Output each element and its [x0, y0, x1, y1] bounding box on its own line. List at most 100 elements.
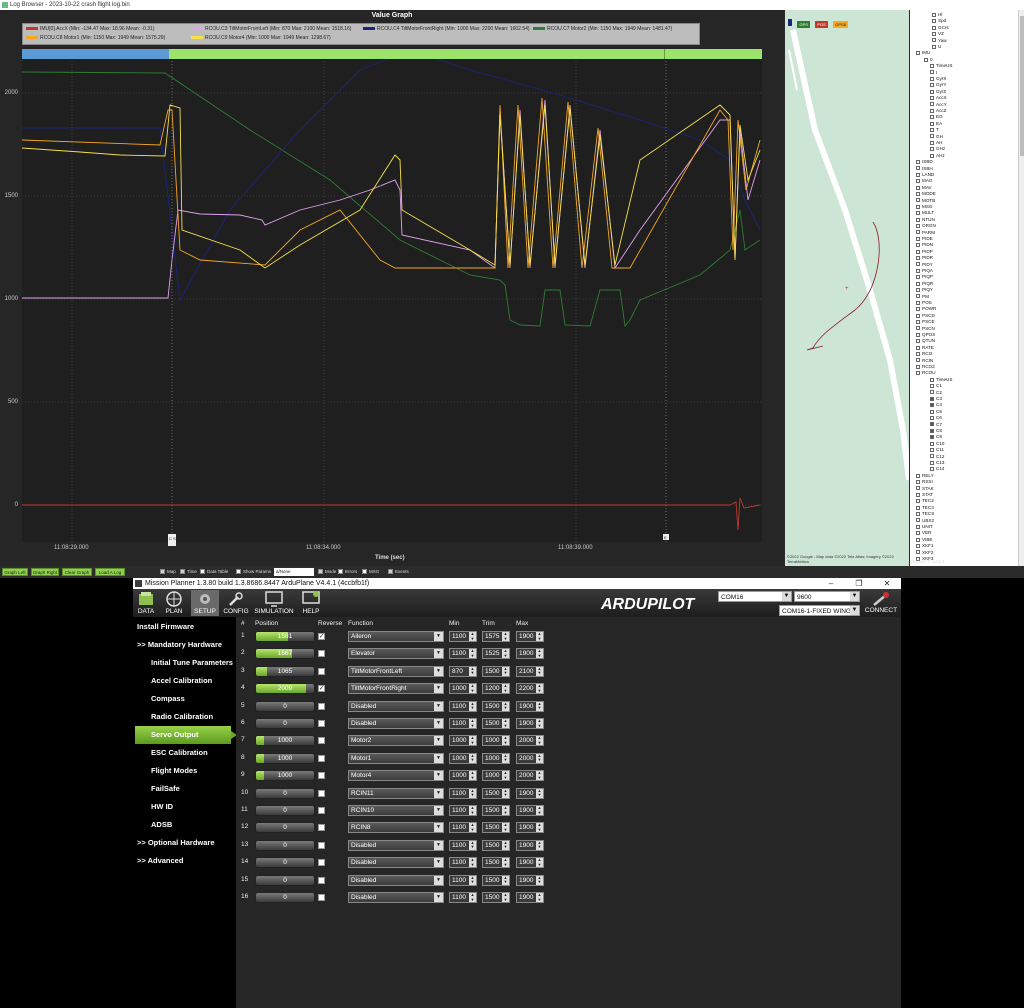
servo-reverse-checkbox[interactable]: ✓ — [318, 633, 325, 640]
tree-node[interactable]: Yaw — [932, 38, 947, 44]
spinner-icon[interactable]: ▲ ▼ — [502, 753, 509, 763]
servo-trim-input[interactable]: 1500 ▲ ▼ — [482, 665, 510, 677]
spinner-icon[interactable]: ▲ ▼ — [536, 701, 543, 711]
mode-checkbox[interactable]: Mode — [318, 569, 336, 575]
tree-node[interactable]: MAV — [916, 185, 932, 191]
servo-function-select[interactable]: RCIN10 ▼ — [348, 805, 444, 816]
tree-node[interactable]: AccY — [930, 102, 947, 108]
servo-function-select[interactable]: Elevator ▼ — [348, 648, 444, 660]
spinner-icon[interactable]: ▲ ▼ — [469, 753, 476, 763]
simulation-tab[interactable]: SIMULATION — [253, 590, 295, 616]
tree-node[interactable]: TECS — [916, 511, 934, 517]
tree-node[interactable]: VER — [916, 530, 931, 536]
servo-reverse-checkbox[interactable] — [318, 824, 325, 832]
map-checkbox[interactable]: Map — [160, 569, 176, 575]
tree-node[interactable]: UBX2 — [916, 518, 934, 524]
tree-node[interactable]: EA — [930, 121, 942, 127]
time-checkbox[interactable]: Time — [180, 569, 197, 575]
tree-node[interactable]: U — [932, 44, 941, 50]
spinner-icon[interactable]: ▲ ▼ — [536, 788, 543, 798]
sidebar-item-radio-calibration[interactable]: Radio Calibration — [133, 708, 236, 726]
tree-node[interactable]: C5 — [930, 409, 942, 415]
tree-node[interactable]: QTUN — [916, 338, 935, 344]
tree-node[interactable]: RATE — [916, 345, 934, 351]
tree-node[interactable]: C7 — [930, 422, 942, 428]
tree-node[interactable]: C12 — [930, 454, 944, 460]
servo-trim-input[interactable]: 1000 ▲ ▼ — [482, 752, 510, 764]
tree-node[interactable]: GHz — [930, 146, 945, 152]
servo-max-input[interactable]: 1900 ▲ ▼ — [516, 648, 544, 660]
tree-node[interactable]: RCOU — [916, 370, 936, 376]
help-tab[interactable]: HELP — [299, 590, 323, 616]
servo-function-select[interactable]: Motor1 ▼ — [348, 752, 444, 764]
load-log-button[interactable]: Load A Log — [95, 568, 125, 576]
servo-function-select[interactable]: Aileron ▼ — [348, 631, 444, 642]
servo-max-input[interactable]: 1900 ▲ ▼ — [516, 839, 544, 851]
servo-function-select[interactable]: Motor2 ▼ — [348, 735, 444, 747]
spinner-icon[interactable]: ▲ ▼ — [536, 840, 543, 850]
servo-function-select[interactable]: RCIN8 ▼ — [348, 822, 444, 834]
spinner-icon[interactable]: ▲ ▼ — [536, 736, 543, 746]
tree-node[interactable]: C8 — [930, 428, 942, 434]
setup-tab[interactable]: SETUP — [191, 590, 219, 616]
servo-max-input[interactable]: 1900 ▲ ▼ — [516, 874, 544, 886]
servo-min-input[interactable]: 1100 ▲ ▼ — [449, 700, 477, 712]
spinner-icon[interactable]: ▲ ▼ — [469, 875, 476, 885]
servo-min-input[interactable]: 870 ▲ ▼ — [449, 665, 477, 677]
tree-node[interactable]: PIQY — [916, 287, 933, 293]
msg-checkbox[interactable]: MSG — [362, 569, 379, 575]
tree-node[interactable]: C14 — [930, 466, 944, 472]
spinner-icon[interactable]: ▲ ▼ — [502, 788, 509, 798]
tree-node[interactable]: STAT — [916, 492, 933, 498]
spinner-icon[interactable]: ▲ ▼ — [502, 683, 509, 694]
spinner-icon[interactable]: ▲ ▼ — [502, 770, 509, 781]
minimize-icon[interactable]: – — [817, 578, 845, 589]
servo-function-select[interactable]: RCIN11 ▼ — [348, 787, 444, 799]
tree-node[interactable]: TimeUS — [930, 63, 952, 69]
spinner-icon[interactable]: ▲ ▼ — [536, 823, 543, 833]
tree-node[interactable]: TimeUS — [930, 377, 952, 383]
servo-reverse-checkbox[interactable] — [318, 667, 325, 675]
none-select[interactable]: a/None — [274, 568, 314, 576]
tree-node[interactable]: UNIT — [916, 524, 933, 530]
tree-node[interactable]: PSCE — [916, 319, 935, 325]
sidebar-item-install-firmware[interactable]: Install Firmware — [133, 618, 236, 636]
tree-node[interactable]: GCrs — [932, 25, 949, 31]
servo-function-select[interactable]: Disabled ▼ — [348, 700, 444, 712]
tree-node[interactable]: POWR — [916, 306, 936, 312]
servo-min-input[interactable]: 1000 ▲ ▼ — [449, 683, 477, 695]
tree-node[interactable]: ISBD — [916, 159, 933, 165]
sidebar-item-compass[interactable]: Compass — [133, 690, 236, 708]
servo-min-input[interactable]: 1100 ▲ ▼ — [449, 718, 477, 729]
spinner-icon[interactable]: ▲ ▼ — [536, 631, 543, 641]
config-tab[interactable]: CONFIG — [223, 590, 249, 616]
servo-min-input[interactable]: 1100 ▲ ▼ — [449, 892, 477, 903]
spinner-icon[interactable]: ▲ ▼ — [469, 683, 476, 694]
tree-node[interactable]: Spd — [932, 18, 946, 24]
tree-node[interactable]: C11 — [930, 447, 944, 453]
servo-trim-input[interactable]: 1500 ▲ ▼ — [482, 874, 510, 886]
servo-max-input[interactable]: 1900 ▲ ▼ — [516, 892, 544, 903]
tree-node[interactable]: ISBH — [916, 166, 933, 172]
tree-node[interactable]: MAG — [916, 178, 932, 184]
close-icon[interactable]: ✕ — [873, 578, 901, 589]
tree-node[interactable]: C9 — [930, 434, 942, 440]
graph-right-button[interactable]: Graph Right — [31, 568, 59, 576]
sidebar-item-accel-calibration[interactable]: Accel Calibration — [133, 672, 236, 690]
plan-tab[interactable]: PLAN — [162, 590, 186, 616]
sidebar-item-optional-hardware[interactable]: >> Optional Hardware — [133, 834, 236, 852]
spinner-icon[interactable]: ▲ ▼ — [469, 788, 476, 798]
servo-reverse-checkbox[interactable] — [318, 754, 325, 762]
servo-max-input[interactable]: 1900 ▲ ▼ — [516, 631, 544, 642]
servo-function-select[interactable]: TiltMotorFrontRight ▼ — [348, 683, 444, 695]
show-params-checkbox[interactable]: Show Params — [236, 569, 271, 575]
servo-max-input[interactable]: 1900 ▲ ▼ — [516, 857, 544, 869]
servo-trim-input[interactable]: 1500 ▲ ▼ — [482, 857, 510, 869]
tree-node[interactable]: RSSI — [916, 479, 933, 485]
servo-min-input[interactable]: 1100 ▲ ▼ — [449, 874, 477, 886]
servo-trim-input[interactable]: 1575 ▲ ▼ — [482, 631, 510, 642]
spinner-icon[interactable]: ▲ ▼ — [536, 892, 543, 902]
tree-node[interactable]: LAND — [916, 172, 934, 178]
servo-reverse-checkbox[interactable] — [318, 859, 325, 867]
sidebar-item-failsafe[interactable]: FailSafe — [133, 780, 236, 798]
